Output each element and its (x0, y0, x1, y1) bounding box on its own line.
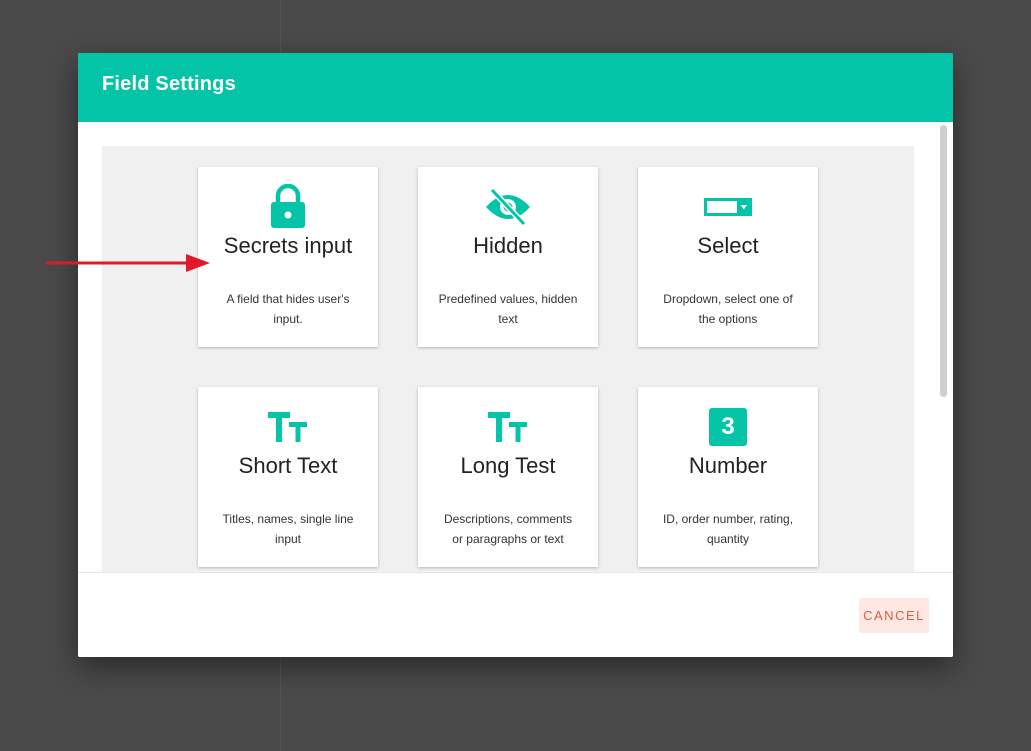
field-settings-dialog: Field Settings Secrets input A field tha… (78, 53, 953, 657)
card-title: Long Test (460, 453, 556, 478)
card-description: Dropdown, select one of the options (663, 292, 793, 326)
field-type-card-long-text[interactable]: Long Test Descriptions, comments or para… (418, 387, 598, 567)
dialog-body: Secrets input A field that hides user's … (78, 122, 953, 572)
field-type-card-short-text[interactable]: Short Text Titles, names, single line in… (198, 387, 378, 567)
lock-icon (198, 183, 378, 231)
field-type-card-select[interactable]: Select Dropdown, select one of the optio… (638, 167, 818, 347)
scrollbar-thumb[interactable] (940, 125, 947, 397)
card-description: Predefined values, hidden text (438, 292, 578, 326)
cancel-button[interactable]: CANCEL (859, 598, 929, 633)
card-title: Hidden (473, 233, 543, 258)
card-title: Secrets input (223, 233, 353, 258)
eye-off-icon (418, 183, 598, 231)
card-description: Descriptions, comments or paragraphs or … (443, 512, 573, 546)
annotation-arrow (46, 254, 210, 272)
dialog-title: Field Settings (102, 73, 236, 95)
card-title: Number (688, 453, 768, 478)
number-icon-glyph: 3 (709, 408, 747, 446)
card-description: ID, order number, rating, quantity (662, 512, 794, 546)
dialog-footer: CANCEL (78, 572, 953, 657)
card-title: Short Text (238, 453, 338, 478)
field-type-card-secrets-input[interactable]: Secrets input A field that hides user's … (198, 167, 378, 347)
select-dropdown-icon (638, 183, 818, 231)
field-type-card-hidden[interactable]: Hidden Predefined values, hidden text (418, 167, 598, 347)
number-3-icon: 3 (638, 403, 818, 451)
card-description: A field that hides user's input. (226, 292, 350, 326)
text-size-icon (418, 403, 598, 451)
dialog-header: Field Settings (78, 53, 953, 122)
field-type-card-number[interactable]: 3 Number ID, order number, rating, quant… (638, 387, 818, 567)
field-type-grid: Secrets input A field that hides user's … (102, 146, 914, 572)
text-size-icon (198, 403, 378, 451)
card-description: Titles, names, single line input (222, 512, 354, 546)
card-title: Select (697, 233, 759, 258)
